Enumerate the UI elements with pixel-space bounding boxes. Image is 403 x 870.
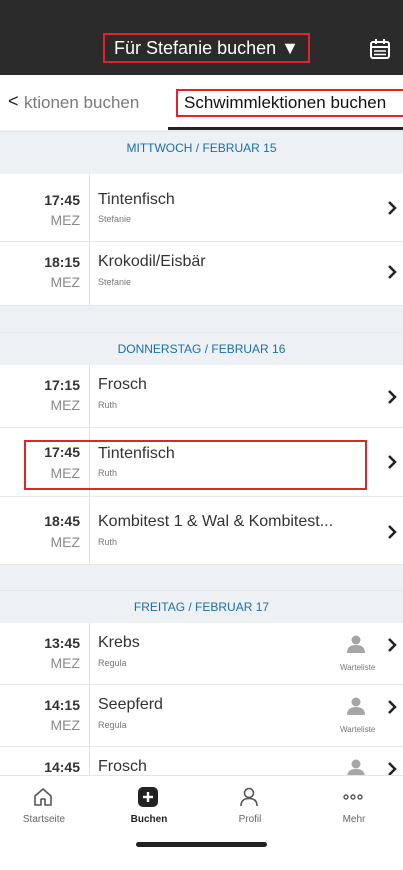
lesson-row[interactable]: 13:45 MEZ Krebs Regula Warteliste — [0, 623, 403, 685]
tab-book[interactable]: Buchen — [109, 776, 189, 836]
lesson-timezone: MEZ — [50, 534, 80, 550]
chevron-right-icon[interactable] — [387, 699, 397, 715]
divider — [89, 497, 90, 564]
lesson-instructor: Regula — [98, 658, 127, 668]
person-icon — [347, 635, 365, 653]
selected-lesson-highlight — [24, 440, 367, 490]
lesson-instructor: Ruth — [98, 400, 118, 410]
plus-icon — [138, 787, 158, 807]
chevron-right-icon[interactable] — [387, 200, 397, 216]
day-header: DONNERSTAG / FEBRUAR 16 — [0, 332, 403, 365]
waitlist-label: Warteliste — [340, 663, 376, 672]
waitlist-label: Warteliste — [340, 725, 376, 734]
divider — [89, 623, 90, 684]
booking-for-selector[interactable]: Für Stefanie buchen ▼ — [103, 33, 310, 63]
lesson-row[interactable]: 14:15 MEZ Seepferd Regula Warteliste — [0, 685, 403, 747]
spacer — [0, 306, 403, 332]
day-header: MITTWOCH / FEBRUAR 15 — [0, 131, 403, 164]
lesson-title: Frosch — [98, 758, 147, 775]
profile-icon — [240, 787, 258, 807]
divider — [89, 174, 90, 241]
tabs-back-chevron-icon[interactable]: < — [8, 91, 19, 111]
category-tabs: < ktionen buchen Schwimmlektionen buchen — [0, 75, 403, 131]
lesson-title: Krebs — [98, 634, 140, 651]
lesson-time: 13:45 — [44, 635, 80, 651]
spacer — [0, 164, 403, 174]
lesson-instructor: Regula — [98, 720, 127, 730]
chevron-right-icon[interactable] — [387, 524, 397, 540]
spacer — [0, 565, 403, 590]
chevron-right-icon[interactable] — [387, 389, 397, 405]
divider — [89, 242, 90, 305]
lesson-title: Kombitest 1 & Wal & Kombitest... — [98, 513, 334, 530]
lesson-title: Frosch — [98, 376, 147, 393]
top-header: Für Stefanie buchen ▼ — [0, 0, 403, 75]
lesson-row[interactable]: 18:15 MEZ Krokodil/Eisbär Stefanie — [0, 242, 403, 306]
lesson-row[interactable]: 17:15 MEZ Frosch Ruth — [0, 365, 403, 428]
lesson-timezone: MEZ — [50, 397, 80, 413]
lesson-timezone: MEZ — [50, 212, 80, 228]
lesson-timezone: MEZ — [50, 274, 80, 290]
lesson-instructor: Stefanie — [98, 214, 132, 224]
active-tab-underline — [168, 127, 403, 130]
tab-swim-lessons[interactable]: Schwimmlektionen buchen — [176, 89, 403, 117]
lesson-time: 18:45 — [44, 513, 80, 529]
lesson-title: Seepferd — [98, 696, 163, 713]
divider — [89, 365, 90, 427]
tab-profile[interactable]: Profil — [210, 776, 290, 836]
lesson-row[interactable]: 17:45 MEZ Tintenfisch Stefanie — [0, 174, 403, 242]
lesson-title: Krokodil/Eisbär — [98, 253, 206, 270]
chevron-right-icon[interactable] — [387, 454, 397, 470]
tab-previous[interactable]: ktionen buchen — [24, 93, 139, 113]
tab-home[interactable]: Startseite — [4, 776, 84, 836]
calendar-icon[interactable] — [369, 38, 391, 60]
lesson-instructor: Stefanie — [98, 277, 132, 287]
lesson-instructor: Ruth — [98, 537, 118, 547]
lesson-title: Tintenfisch — [98, 191, 175, 208]
chevron-right-icon[interactable] — [387, 264, 397, 280]
lesson-time: 17:45 — [44, 192, 80, 208]
tab-more[interactable]: Mehr — [314, 776, 394, 836]
lesson-row[interactable]: 18:45 MEZ Kombitest 1 & Wal & Kombitest.… — [0, 497, 403, 565]
person-icon — [347, 697, 365, 715]
lesson-time: 14:15 — [44, 697, 80, 713]
tab-book-label: Buchen — [130, 814, 168, 825]
lesson-timezone: MEZ — [50, 655, 80, 671]
bottom-tab-bar: Startseite Buchen Profil Mehr — [0, 775, 403, 870]
lesson-time: 14:45 — [44, 759, 80, 775]
lesson-time: 17:15 — [44, 377, 80, 393]
lesson-time: 18:15 — [44, 254, 80, 270]
tab-more-label: Mehr — [342, 814, 366, 825]
day-header: FREITAG / FEBRUAR 17 — [0, 590, 403, 623]
more-icon — [343, 794, 363, 800]
tab-profile-label: Profil — [238, 814, 262, 825]
chevron-right-icon[interactable] — [387, 637, 397, 653]
tab-home-label: Startseite — [22, 814, 66, 825]
divider — [89, 685, 90, 746]
lesson-timezone: MEZ — [50, 717, 80, 733]
home-icon — [34, 788, 52, 806]
home-indicator — [136, 842, 267, 847]
